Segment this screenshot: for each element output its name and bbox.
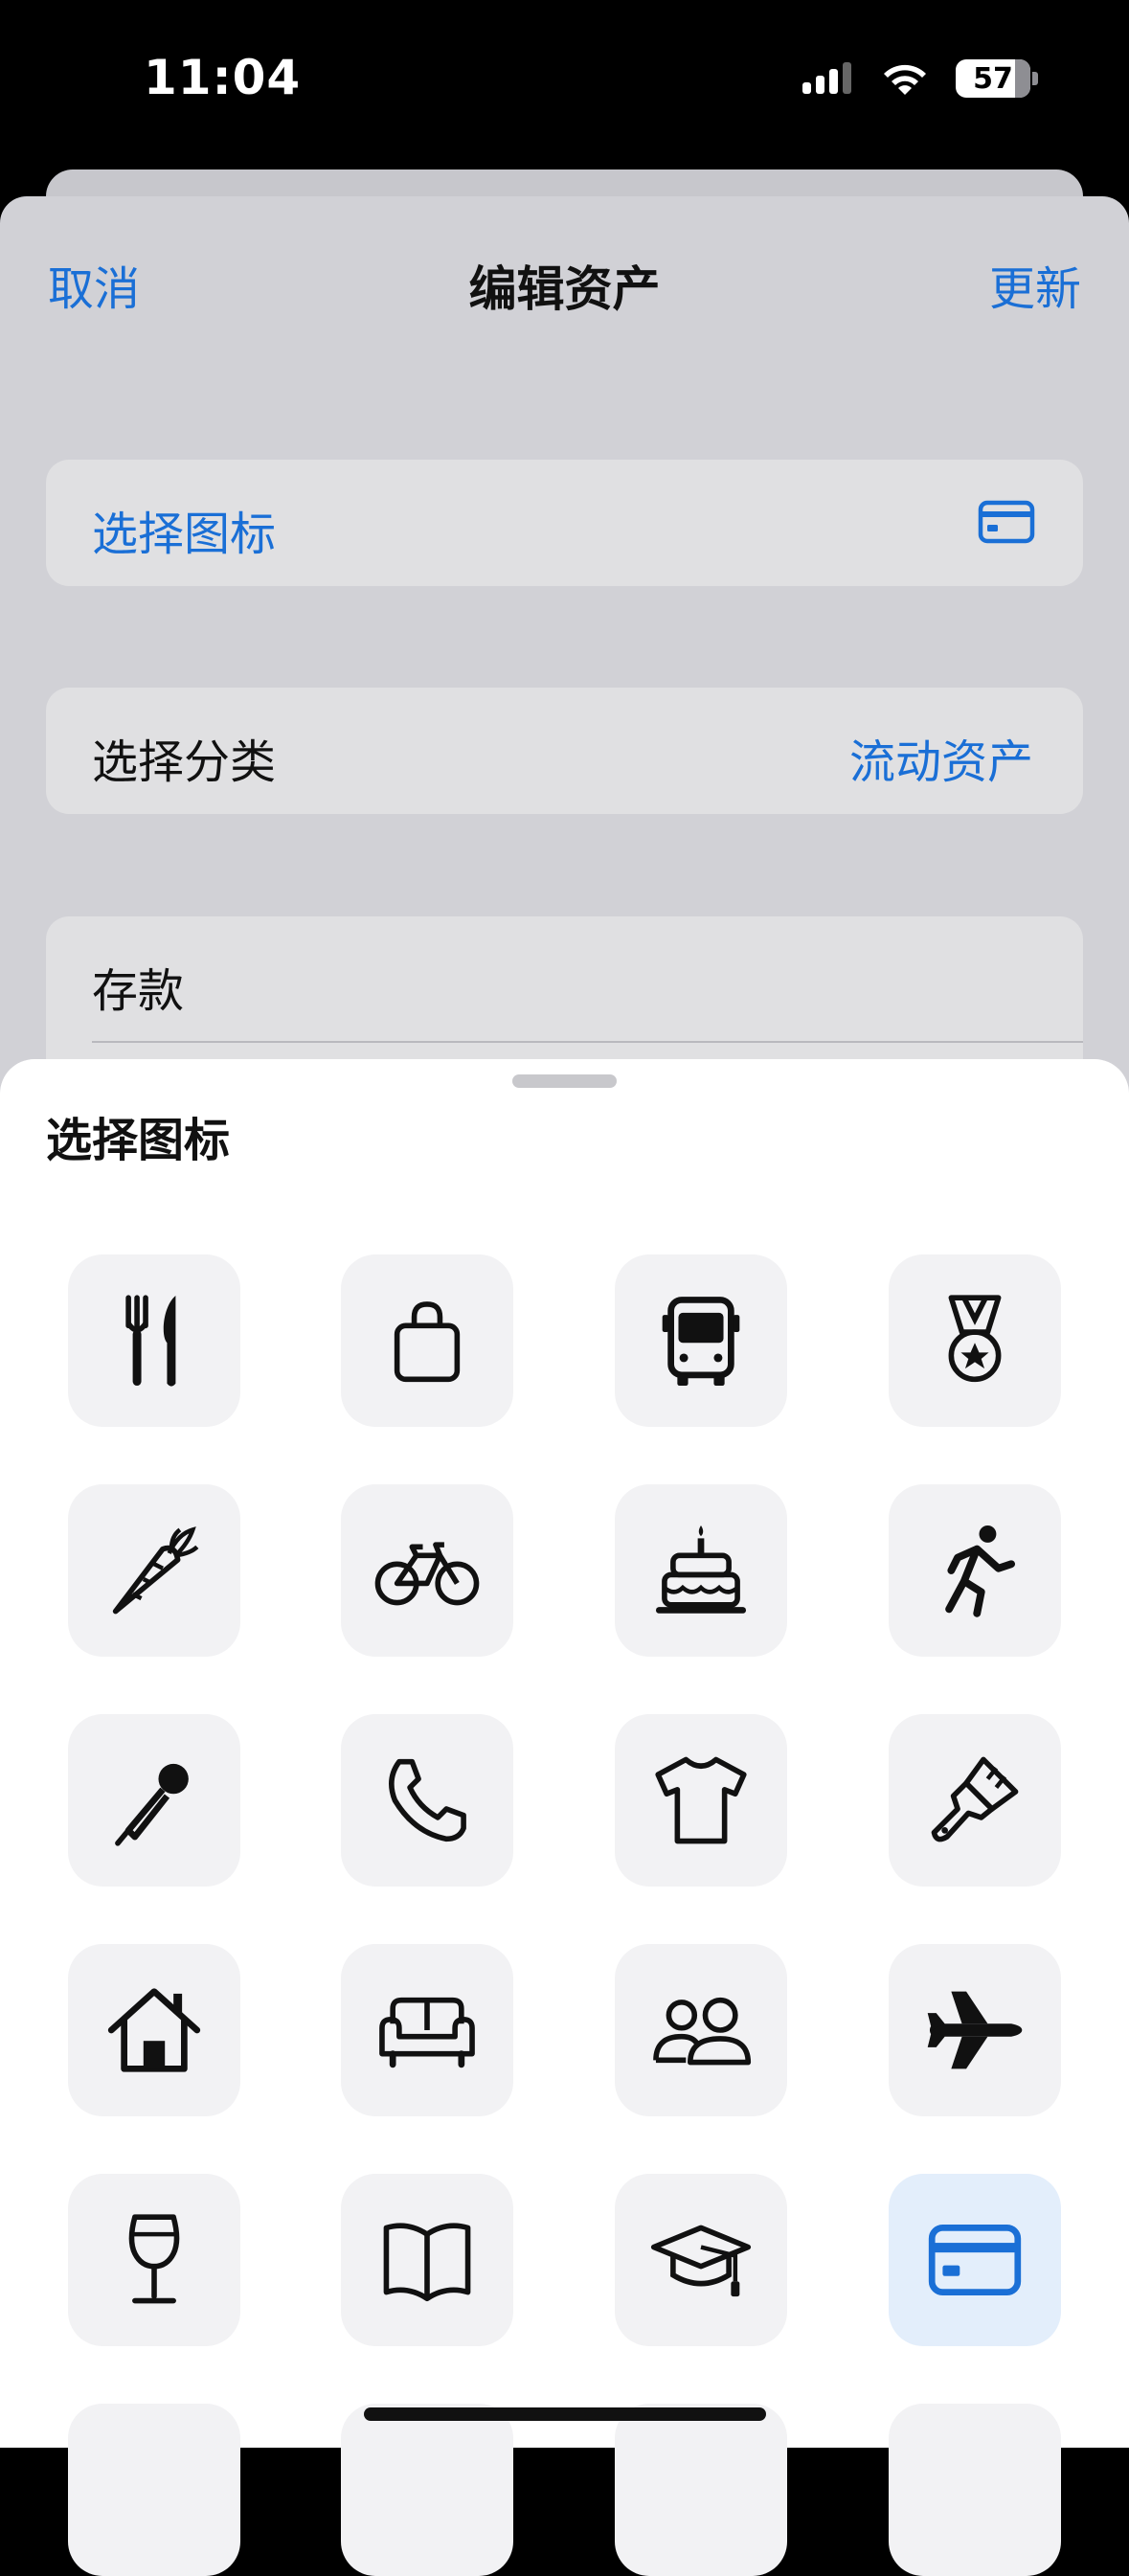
icon-tile-card-selected[interactable] <box>889 2174 1061 2346</box>
status-icons: 57 <box>802 59 1038 98</box>
icon-tile-paintbrush[interactable] <box>889 1714 1061 1887</box>
paintbrush-icon <box>931 1756 1019 1842</box>
icon-tile-cake[interactable] <box>615 1484 787 1657</box>
icon-tile-fork-knife[interactable] <box>68 1254 240 1427</box>
icon-picker-sheet: 选择图标 <box>0 1059 1129 2576</box>
bag-icon <box>394 1301 461 1383</box>
battery-level: 57 <box>973 61 1013 96</box>
icon-tile-sofa[interactable] <box>341 1944 513 2116</box>
medal-icon <box>948 1295 1002 1383</box>
icon-tile-tshirt[interactable] <box>615 1714 787 1887</box>
icon-tile-graduation-cap[interactable] <box>615 2174 787 2346</box>
category-value: 流动资产 <box>848 735 1033 789</box>
carrot-icon <box>112 1526 199 1615</box>
icon-tile-wine-glass[interactable] <box>68 2174 240 2346</box>
battery-indicator: 57 <box>956 59 1030 98</box>
picker-title: 选择图标 <box>46 1114 231 1167</box>
divider <box>92 1041 1083 1043</box>
cake-icon <box>655 1525 747 1614</box>
choose-icon-label: 选择图标 <box>92 508 277 561</box>
icon-tile-runner[interactable] <box>889 1484 1061 1657</box>
status-time: 11:04 <box>144 50 302 105</box>
credit-card-icon <box>978 500 1035 544</box>
house-icon <box>107 1988 201 2072</box>
choose-category-label: 选择分类 <box>92 735 277 789</box>
bicycle-icon <box>374 1542 480 1606</box>
status-bar: 11:04 57 <box>0 0 1129 168</box>
page-title: 编辑资产 <box>468 261 661 317</box>
icon-tile-people[interactable] <box>615 1944 787 2116</box>
icon-tile-bus[interactable] <box>615 1254 787 1427</box>
fork-knife-icon <box>125 1295 176 1387</box>
wine-glass-icon <box>128 2214 180 2304</box>
phone-icon <box>389 1758 466 1842</box>
icon-tile-partial-2[interactable] <box>341 2404 513 2576</box>
icon-tile-partial-3[interactable] <box>615 2404 787 2576</box>
choose-category-row[interactable]: 选择分类 流动资产 <box>46 688 1083 814</box>
icon-tile-medal[interactable] <box>889 1254 1061 1427</box>
sofa-icon <box>379 1997 475 2068</box>
update-button[interactable]: 更新 <box>989 251 1081 318</box>
icon-tile-carrot[interactable] <box>68 1484 240 1657</box>
icon-tile-partial-4[interactable] <box>889 2404 1061 2576</box>
graduation-cap-icon <box>650 2225 752 2297</box>
airplane-icon <box>927 1991 1023 2069</box>
microphone-icon <box>115 1763 189 1846</box>
icon-tile-airplane[interactable] <box>889 1944 1061 2116</box>
sheet-grabber[interactable] <box>512 1074 617 1088</box>
icon-tile-phone[interactable] <box>341 1714 513 1887</box>
icon-tile-bag[interactable] <box>341 1254 513 1427</box>
tshirt-icon <box>655 1756 747 1844</box>
icon-tile-bicycle[interactable] <box>341 1484 513 1657</box>
runner-icon <box>945 1525 1015 1617</box>
people-icon <box>653 1997 752 2066</box>
home-indicator[interactable] <box>364 2407 766 2421</box>
choose-icon-row[interactable]: 选择图标 <box>46 460 1083 586</box>
icon-tile-house[interactable] <box>68 1944 240 2116</box>
asset-name-value: 存款 <box>92 964 185 1018</box>
card-icon <box>928 2225 1022 2295</box>
icon-tile-microphone[interactable] <box>68 1714 240 1887</box>
wifi-icon <box>884 64 926 95</box>
bus-icon <box>662 1297 740 1387</box>
icon-tile-book[interactable] <box>341 2174 513 2346</box>
book-icon <box>383 2223 471 2302</box>
icon-tile-partial-1[interactable] <box>68 2404 240 2576</box>
cellular-signal-icon <box>802 62 851 94</box>
